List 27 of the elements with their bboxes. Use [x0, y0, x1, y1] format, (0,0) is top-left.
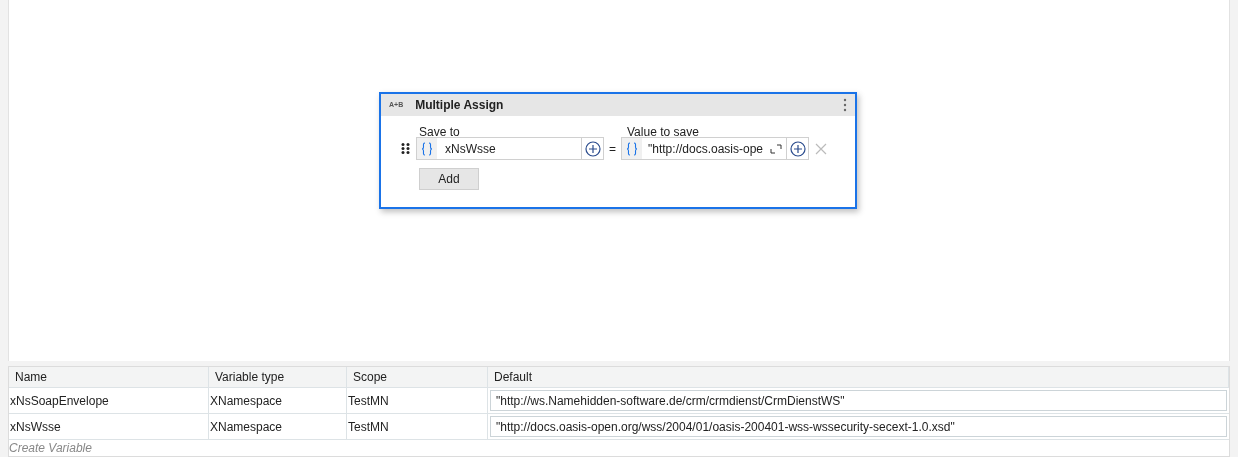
- drag-handle-icon[interactable]: [401, 143, 410, 154]
- table-cell: TestMN: [347, 388, 488, 413]
- default-value-field[interactable]: "http://docs.oasis-open.org/wss/2004/01/oasis-200401-wss-wssecurity-secext-1.0.xsd": [490, 416, 1227, 437]
- add-icon[interactable]: [789, 140, 806, 157]
- default-value-field[interactable]: "http://ws.Namehidden-software.de/crm/crmdienst/CrmDienstWS": [490, 390, 1227, 411]
- braces-icon: [626, 141, 638, 156]
- column-header[interactable]: Variable type: [209, 367, 347, 387]
- column-header[interactable]: Name: [9, 367, 209, 387]
- equals-sign: =: [609, 140, 616, 158]
- table-cell: TestMN: [347, 414, 488, 439]
- table-cell: xNsSoapEnvelope: [9, 388, 209, 413]
- activity-title: Multiple Assign: [415, 97, 504, 114]
- more-icon[interactable]: [843, 98, 847, 112]
- column-header[interactable]: Default: [488, 367, 1229, 387]
- table-cell: XNamespace: [209, 414, 347, 439]
- braces-icon: [421, 141, 433, 156]
- table-cell: xNsWsse: [9, 414, 209, 439]
- save-to-label: Save to: [419, 124, 461, 136]
- table-cell: XNamespace: [209, 388, 347, 413]
- save-to-field[interactable]: xNsWsse: [416, 137, 604, 160]
- create-variable-field[interactable]: Create Variable: [9, 440, 1229, 456]
- value-field[interactable]: "http://docs.oasis-ope: [621, 137, 809, 160]
- column-header[interactable]: Scope: [347, 367, 488, 387]
- add-button[interactable]: Add: [419, 168, 479, 190]
- add-icon[interactable]: [584, 140, 601, 157]
- value-label: Value to save: [627, 124, 699, 136]
- expand-icon[interactable]: [770, 143, 782, 154]
